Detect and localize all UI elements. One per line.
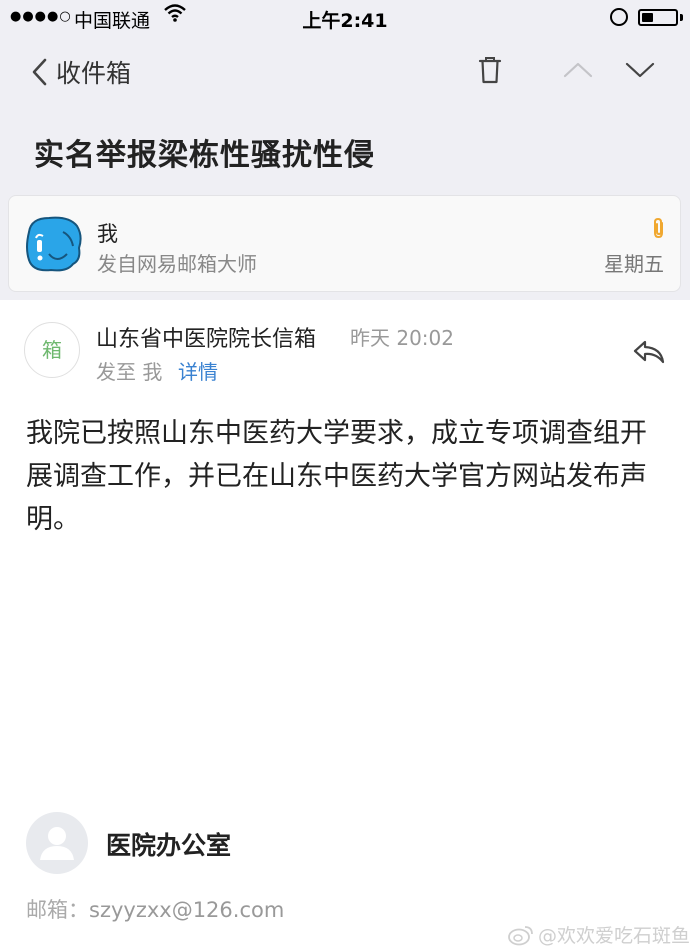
- sent-time: 昨天 20:02: [350, 326, 454, 350]
- email-label: 邮箱：: [26, 898, 89, 922]
- watermark-text: @欢欢爱吃石斑鱼: [538, 925, 690, 947]
- battery-level: [642, 13, 654, 22]
- back-button[interactable]: 收件箱: [30, 52, 131, 92]
- signature-name: 医院办公室: [106, 831, 232, 860]
- weibo-icon: [508, 925, 533, 945]
- sent-via: 发自网易邮箱大师: [97, 252, 257, 276]
- person-icon: [40, 827, 74, 860]
- chevron-down-icon[interactable]: [624, 54, 656, 86]
- paperclip-icon: [654, 217, 663, 239]
- rotation-lock-icon: [610, 8, 628, 26]
- recipient-line: 发至 我: [96, 360, 163, 384]
- thread-message-card[interactable]: 我 发自网易邮箱大师 星期五: [8, 195, 681, 292]
- user-avatar: [26, 216, 82, 272]
- clock: 上午2:41: [302, 10, 388, 32]
- reply-icon[interactable]: [632, 337, 666, 367]
- signature-email-line: 邮箱：szyyzxx@126.com: [26, 894, 284, 924]
- nav-bar: 收件箱: [0, 40, 690, 102]
- battery-icon: [638, 9, 678, 26]
- thread-date: 星期五: [604, 252, 664, 276]
- battery-tip: [680, 14, 683, 21]
- email-body: 我院已按照山东中医药大学要求，成立专项调查组开展调查工作，并已在山东中医药大学官…: [26, 418, 647, 535]
- sender-avatar: 箱: [24, 322, 80, 378]
- sender-name[interactable]: 山东省中医院院长信箱: [96, 321, 316, 353]
- watermark: @欢欢爱吃石斑鱼: [508, 921, 690, 948]
- back-label: 收件箱: [56, 59, 132, 88]
- status-bar: ●●●●○ 中国联通 上午2:41: [0, 0, 690, 36]
- trash-icon[interactable]: [474, 54, 506, 86]
- signature-avatar: [26, 812, 88, 874]
- thread-sender: 我: [97, 222, 118, 246]
- chevron-left-icon: [32, 58, 47, 86]
- signature-email[interactable]: szyyzxx@126.com: [89, 898, 284, 922]
- email-subject: 实名举报梁栋性骚扰性侵: [34, 138, 375, 173]
- details-link[interactable]: 详情: [178, 356, 218, 385]
- chevron-up-icon[interactable]: [562, 54, 594, 86]
